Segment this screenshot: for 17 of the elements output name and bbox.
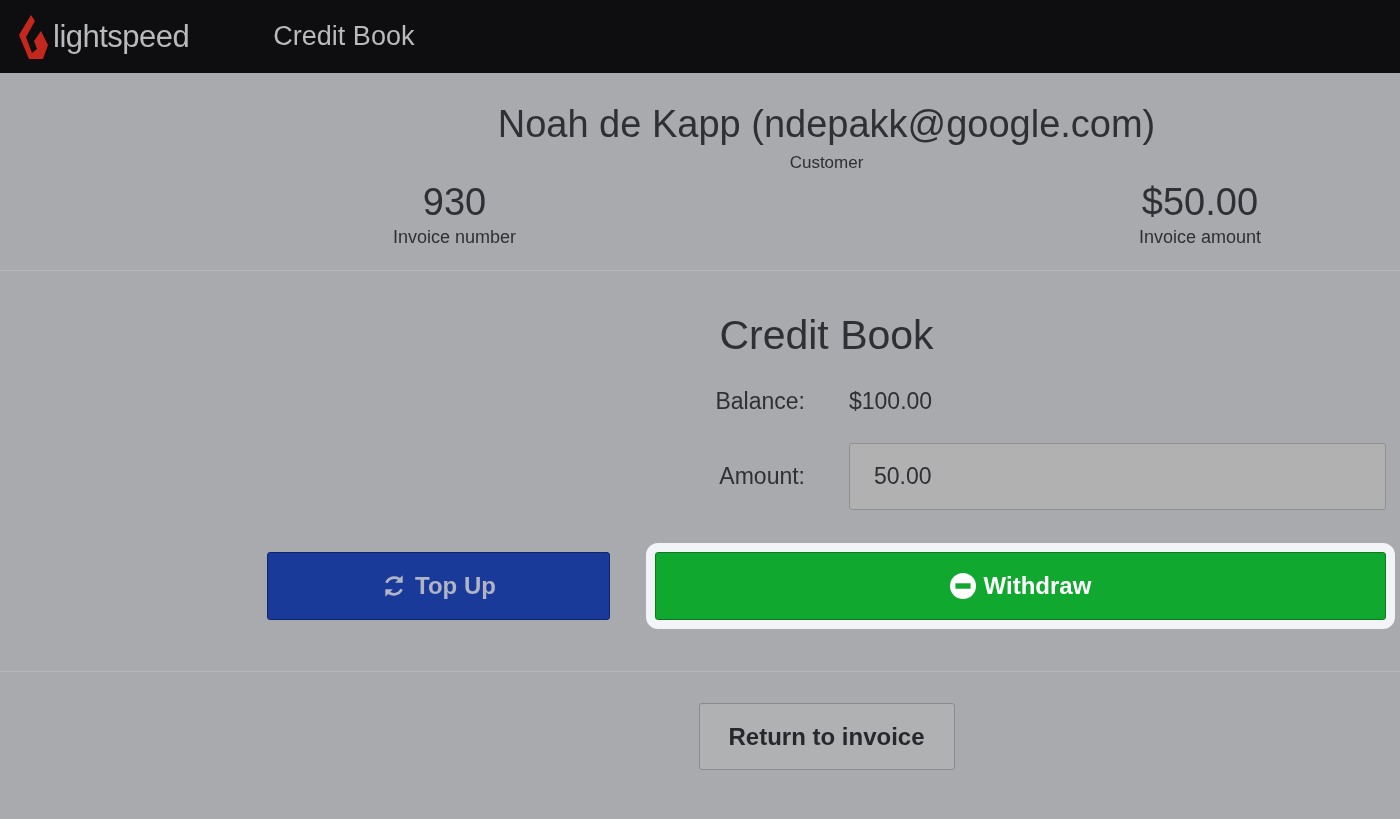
- section-title: Credit Book: [719, 311, 934, 360]
- return-button[interactable]: Return to invoice: [698, 703, 955, 770]
- stat-value: $50.00: [1141, 180, 1259, 225]
- page-title: Credit Book: [273, 21, 415, 52]
- balance-value: $100.00: [849, 386, 934, 416]
- customer-caption: Customer: [789, 153, 864, 173]
- stat-value: 930: [422, 180, 487, 225]
- top-up-button[interactable]: Top Up: [267, 552, 610, 620]
- amount-field[interactable]: 50.00: [849, 443, 1386, 510]
- brand-name: lightspeed: [53, 18, 190, 55]
- amount-label: Amount:: [718, 463, 805, 490]
- balance-label: Balance:: [714, 387, 805, 415]
- customer-name: Noah de Kapp (ndepakk@google.com): [497, 102, 1156, 147]
- flame-logo-icon: [17, 14, 49, 59]
- stat-label: Invoice amount: [1138, 227, 1261, 248]
- stat-label: Invoice number: [393, 227, 517, 248]
- minus-circle-icon: [949, 573, 976, 599]
